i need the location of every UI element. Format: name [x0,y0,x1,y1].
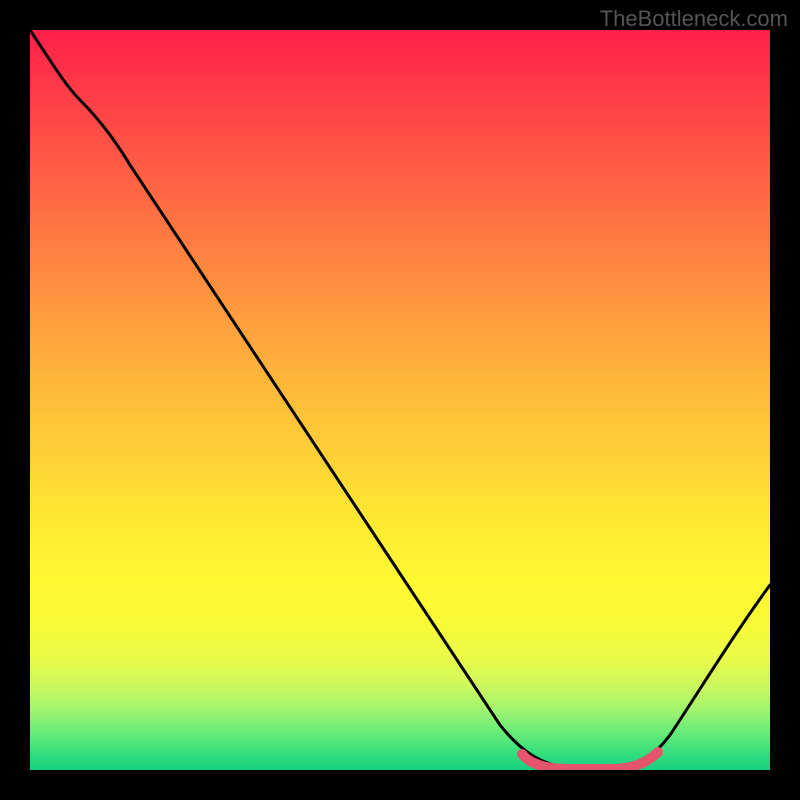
bottleneck-curve-path [30,30,770,768]
chart-plot-area [30,30,770,770]
watermark-text: TheBottleneck.com [600,6,788,32]
bottleneck-curve-svg [30,30,770,770]
